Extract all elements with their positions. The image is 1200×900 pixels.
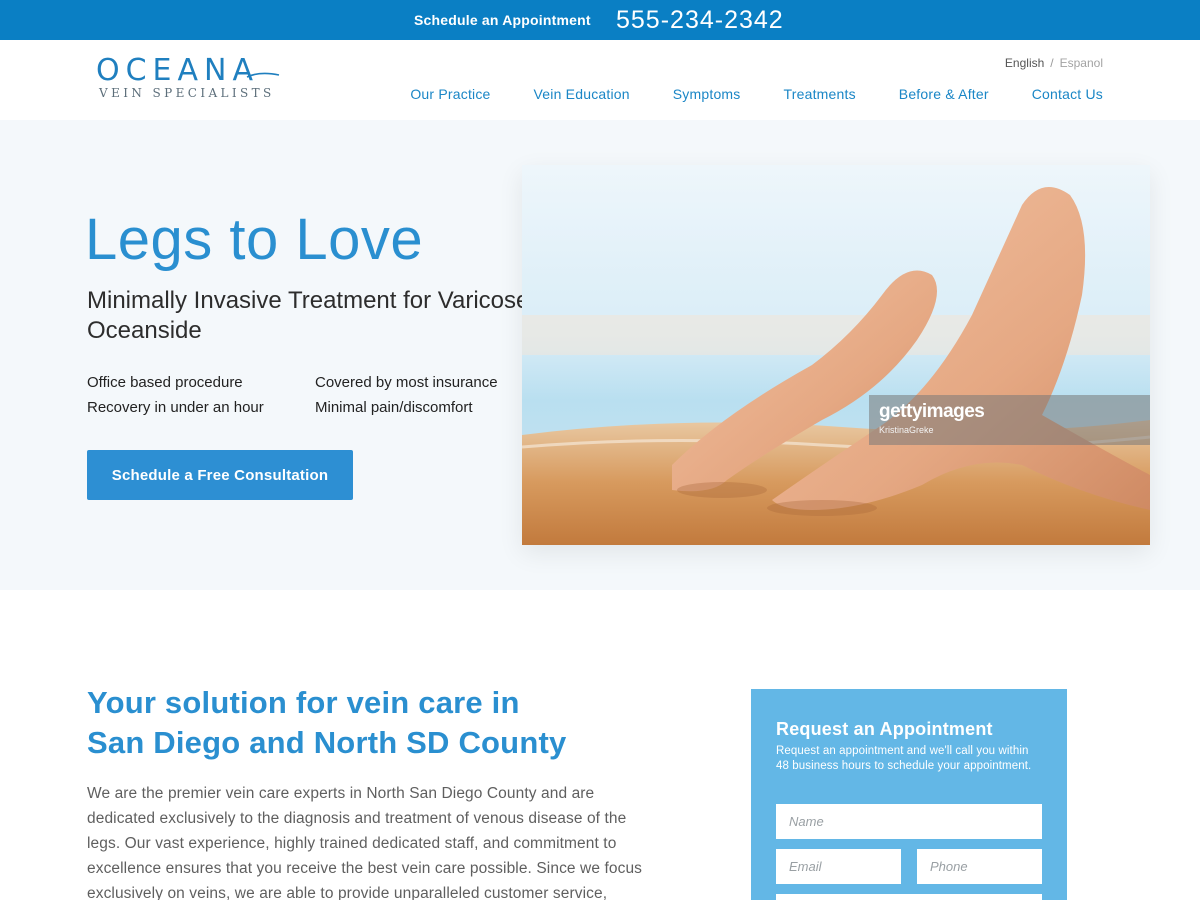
nav-vein-education[interactable]: Vein Education — [534, 86, 630, 102]
logo-swoosh-icon — [246, 72, 280, 78]
form-description: Request an appointment and we'll call yo… — [776, 745, 1032, 772]
main-nav: Our Practice Vein Education Symptoms Tre… — [410, 86, 1103, 102]
name-input[interactable] — [776, 804, 1042, 839]
next-form-field[interactable] — [776, 894, 1042, 900]
getty-watermark: gettyimages KristinaGreke — [869, 395, 1150, 445]
schedule-consultation-button[interactable]: Schedule a Free Consultation — [87, 450, 353, 500]
oceana-logo[interactable]: OCEANA VEIN SPECIALISTS — [96, 56, 281, 106]
phone-number-link[interactable]: 555-234-2342 — [616, 6, 784, 35]
site-header: OCEANA VEIN SPECIALISTS English / Espanol … — [0, 40, 1200, 120]
solution-body: We are the premier vein care experts in … — [87, 785, 643, 900]
beach-legs-illustration — [522, 165, 1150, 545]
top-bar: Schedule an Appointment 555-234-2342 — [0, 0, 1200, 40]
solution-title-line1: Your solution for vein care in — [87, 685, 520, 720]
nav-before-after[interactable]: Before & After — [899, 86, 989, 102]
hero-features: Office based procedure Covered by most i… — [87, 373, 527, 417]
language-switcher: English / Espanol — [1005, 56, 1103, 70]
hero-section: Legs to Love Minimally Invasive Treatmen… — [0, 120, 1200, 590]
solution-title-line2: San Diego and North SD County — [87, 725, 567, 760]
email-input[interactable] — [776, 849, 901, 884]
nav-our-practice[interactable]: Our Practice — [410, 86, 490, 102]
phone-input[interactable] — [917, 849, 1042, 884]
nav-contact-us[interactable]: Contact Us — [1032, 86, 1103, 102]
language-separator: / — [1050, 56, 1054, 70]
hero-title: Legs to Love — [85, 207, 424, 272]
feature-item: Minimal pain/discomfort — [315, 399, 473, 416]
watermark-brand: gettyimages — [879, 401, 985, 422]
logo-subtitle: VEIN SPECIALISTS — [99, 86, 275, 100]
hero-image: gettyimages KristinaGreke — [522, 165, 1150, 545]
schedule-appointment-link[interactable]: Schedule an Appointment — [414, 12, 591, 28]
solution-title: Your solution for vein care in San Diego… — [87, 683, 687, 763]
appointment-form: Request an Appointment Request an appoin… — [751, 689, 1067, 900]
nav-symptoms[interactable]: Symptoms — [673, 86, 741, 102]
form-title: Request an Appointment — [776, 719, 993, 739]
nav-treatments[interactable]: Treatments — [784, 86, 856, 102]
watermark-credit: KristinaGreke — [879, 425, 934, 435]
logo-name: OCEANA — [96, 53, 260, 88]
feature-item: Office based procedure — [87, 374, 243, 391]
feature-item: Recovery in under an hour — [87, 399, 264, 416]
feature-item: Covered by most insurance — [315, 374, 498, 391]
language-espanol[interactable]: Espanol — [1060, 56, 1103, 70]
language-english[interactable]: English — [1005, 56, 1044, 70]
